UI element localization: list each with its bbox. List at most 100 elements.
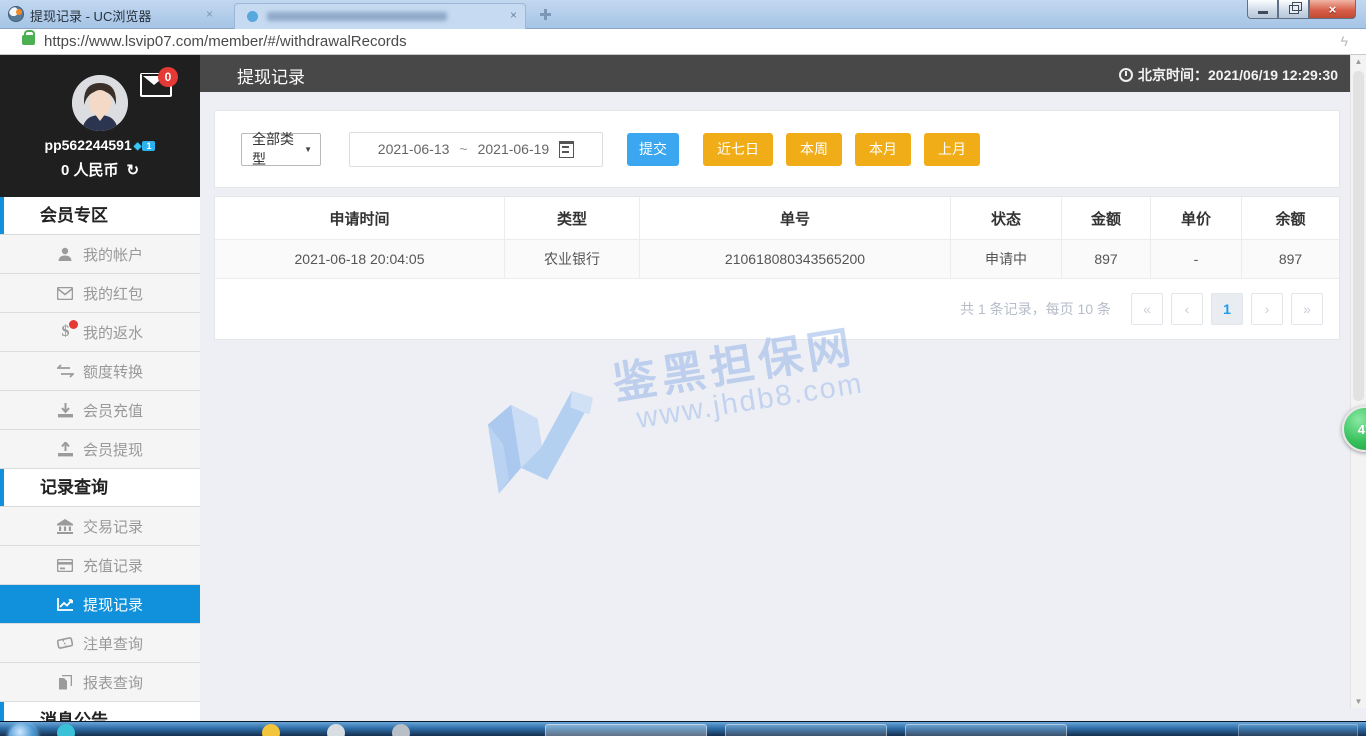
- tab2-favicon-icon: [247, 11, 258, 22]
- col-balance: 余额: [1242, 197, 1339, 240]
- prev-page-button[interactable]: ‹: [1171, 293, 1203, 325]
- sidebar-section-member: 会员专区: [0, 197, 200, 235]
- url-field[interactable]: https://www.lsvip07.com/member/#/withdra…: [44, 33, 407, 50]
- tab-background[interactable]: ×: [234, 3, 526, 29]
- sidebar-item-member-deposit[interactable]: 会员充值: [0, 391, 200, 430]
- balance-row: 0 人民币 ↻: [0, 159, 200, 180]
- pagination-summary: 共 1 条记录，每页 10 条: [960, 299, 1111, 319]
- sidebar-item-report-query[interactable]: 报表查询: [0, 663, 200, 702]
- table-row: 2021-06-18 20:04:05 农业银行 210618080343565…: [215, 240, 1339, 279]
- vip-diamond-icon: ◆: [134, 141, 142, 152]
- vip-level: 1: [142, 141, 155, 151]
- first-page-button[interactable]: «: [1131, 293, 1163, 325]
- envelope-icon: [57, 285, 74, 302]
- sidebar-item-my-redpacket[interactable]: 我的红包: [0, 274, 200, 313]
- credit-card-icon: [57, 557, 74, 574]
- col-type: 类型: [505, 197, 640, 240]
- uc-favicon-icon: [8, 6, 24, 22]
- watermark-logo-icon: [474, 378, 622, 522]
- sidebar-item-transaction-records[interactable]: 交易记录: [0, 507, 200, 546]
- sidebar-item-label: 报表查询: [83, 672, 143, 693]
- sidebar-item-quota-transfer[interactable]: 额度转换: [0, 352, 200, 391]
- taskbar-icon[interactable]: [392, 724, 410, 736]
- sidebar-item-withdrawal-records[interactable]: 提现记录: [0, 585, 200, 624]
- sidebar-item-label: 我的返水: [83, 322, 143, 343]
- col-unit-price: 单价: [1151, 197, 1242, 240]
- tab2-title-redacted: [267, 12, 447, 21]
- col-order-no: 单号: [640, 197, 951, 240]
- speed-mode-icon[interactable]: ϟ: [1341, 33, 1348, 49]
- vertical-scrollbar[interactable]: ▲ ▼: [1350, 55, 1366, 708]
- report-file-icon: [57, 674, 74, 691]
- sidebar-item-bet-query[interactable]: 注单查询: [0, 624, 200, 663]
- dollar-icon: $: [57, 324, 74, 341]
- chart-line-icon: [57, 596, 74, 613]
- restore-icon: [1289, 5, 1299, 14]
- cell-status: 申请中: [951, 240, 1062, 279]
- sidebar-item-my-account[interactable]: 我的帐户: [0, 235, 200, 274]
- col-apply-time: 申请时间: [215, 197, 505, 240]
- taskbar-icon[interactable]: [57, 724, 75, 736]
- beijing-time-text: 北京时间：2021/06/19 12:29:30: [1138, 65, 1338, 85]
- taskbar-icon[interactable]: [262, 724, 280, 736]
- taskbar-button[interactable]: [545, 724, 707, 736]
- balance: 0 人民币: [61, 162, 119, 179]
- sidebar-item-label: 会员提现: [83, 439, 143, 460]
- scroll-down-icon[interactable]: ▼: [1351, 697, 1366, 706]
- mail-badge: 0: [158, 67, 178, 87]
- vip-badge: ◆1: [134, 141, 156, 152]
- date-end: 2021-06-19: [478, 141, 550, 157]
- quick-thisweek-button[interactable]: 本周: [786, 133, 842, 166]
- username-row: pp562244591◆1: [0, 137, 200, 153]
- taskbar-icon[interactable]: [327, 724, 345, 736]
- sidebar-item-my-rebate[interactable]: $ 我的返水: [0, 313, 200, 352]
- download-icon: [57, 402, 74, 419]
- notification-dot: [69, 320, 78, 329]
- minimize-icon: [1258, 11, 1268, 14]
- close-icon: ×: [1329, 2, 1337, 17]
- scrollbar-thumb[interactable]: [1353, 71, 1364, 401]
- cell-amount: 897: [1062, 240, 1151, 279]
- date-separator: ~: [459, 141, 467, 157]
- taskbar-button[interactable]: [725, 724, 887, 736]
- clock-icon: [1119, 68, 1133, 82]
- refresh-balance-icon[interactable]: ↻: [126, 161, 139, 179]
- page-1-button[interactable]: 1: [1211, 293, 1243, 325]
- close-button[interactable]: ×: [1309, 0, 1356, 19]
- username: pp562244591: [45, 137, 132, 153]
- cell-order-no: 210618080343565200: [640, 240, 951, 279]
- minimize-button[interactable]: [1247, 0, 1278, 19]
- start-orb-button[interactable]: [8, 723, 38, 736]
- sidebar-item-label: 交易记录: [83, 516, 143, 537]
- sidebar-item-deposit-records[interactable]: 充值记录: [0, 546, 200, 585]
- scroll-up-icon[interactable]: ▲: [1351, 57, 1366, 66]
- taskbar-clock-area[interactable]: [1238, 724, 1358, 736]
- last-page-button[interactable]: »: [1291, 293, 1323, 325]
- quick-lastmonth-button[interactable]: 上月: [924, 133, 980, 166]
- quick-thismonth-button[interactable]: 本月: [855, 133, 911, 166]
- tab1-close-icon[interactable]: ×: [206, 7, 213, 21]
- records-table: 申请时间 类型 单号 状态 金额 单价 余额 2021-06-18 20:04:…: [214, 196, 1340, 340]
- sidebar-item-label: 额度转换: [83, 361, 143, 382]
- sidebar-item-label: 我的帐户: [83, 244, 143, 265]
- next-page-button[interactable]: ›: [1251, 293, 1283, 325]
- pagination: 共 1 条记录，每页 10 条 « ‹ 1 › »: [215, 279, 1339, 339]
- window-title: 提现记录 - UC浏览器: [30, 6, 151, 25]
- caret-down-icon: ▼: [304, 145, 312, 154]
- tab2-close-icon[interactable]: ×: [510, 8, 517, 22]
- new-tab-button[interactable]: [540, 9, 551, 20]
- quick-last7days-button[interactable]: 近七日: [703, 133, 773, 166]
- window-controls: ×: [1247, 0, 1356, 19]
- address-bar: https://www.lsvip07.com/member/#/withdra…: [0, 29, 1366, 55]
- sidebar-item-label: 充值记录: [83, 555, 143, 576]
- restore-button[interactable]: [1278, 0, 1309, 19]
- content-area: 全部类型 ▼ 2021-06-13 ~ 2021-06-19 提交 近七日 本周…: [200, 92, 1350, 722]
- sidebar-item-member-withdraw[interactable]: 会员提现: [0, 430, 200, 469]
- date-range-input[interactable]: 2021-06-13 ~ 2021-06-19: [349, 132, 603, 167]
- taskbar-button[interactable]: [905, 724, 1067, 736]
- type-select[interactable]: 全部类型 ▼: [241, 133, 321, 166]
- avatar[interactable]: [72, 75, 128, 131]
- filter-panel: 全部类型 ▼ 2021-06-13 ~ 2021-06-19 提交 近七日 本周…: [214, 110, 1340, 188]
- browser-window: 提现记录 - UC浏览器 × × × https://www.lsvip07.c…: [0, 0, 1366, 736]
- submit-button[interactable]: 提交: [627, 133, 679, 166]
